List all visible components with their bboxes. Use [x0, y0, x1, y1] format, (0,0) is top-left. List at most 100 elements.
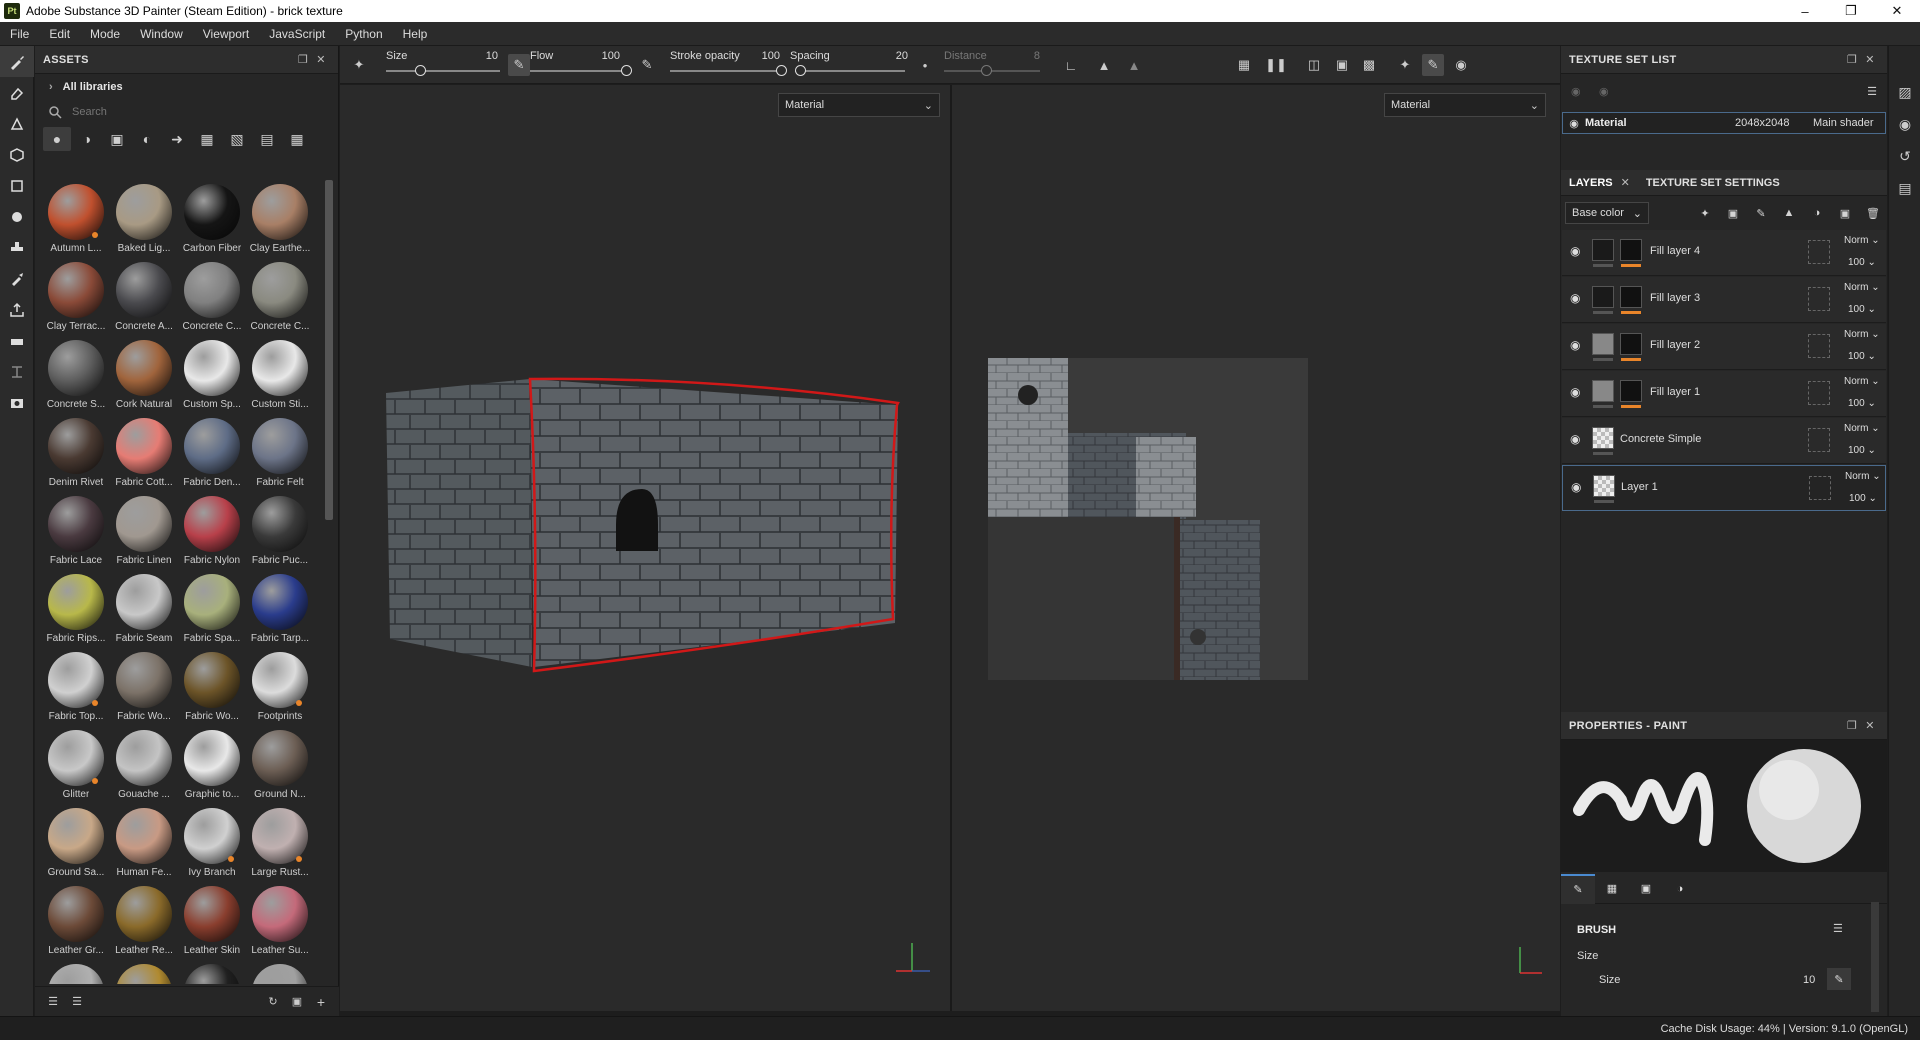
- filter-masks-icon[interactable]: ▣: [103, 127, 131, 151]
- geometry-fill-tool[interactable]: [0, 139, 34, 170]
- opacity-value[interactable]: 100 ⌄: [1848, 351, 1876, 362]
- layer-mask-slot[interactable]: [1808, 287, 1830, 311]
- asset-item[interactable]: Concrete S...: [42, 336, 110, 414]
- iray-icon[interactable]: ✦: [1394, 54, 1416, 76]
- asset-item[interactable]: Fabric Seam: [110, 570, 178, 648]
- menu-window[interactable]: Window: [130, 27, 193, 41]
- tab-texture-set-settings[interactable]: TEXTURE SET SETTINGS: [1638, 177, 1788, 189]
- asset-item[interactable]: Cork Natural: [110, 336, 178, 414]
- menu-javascript[interactable]: JavaScript: [259, 27, 335, 41]
- eye-icon[interactable]: ◉: [1563, 117, 1585, 130]
- minimize-button[interactable]: –: [1782, 0, 1828, 22]
- hide-uv-icon[interactable]: ▦: [1233, 54, 1255, 76]
- filter-list-icon[interactable]: ☰: [41, 995, 65, 1008]
- menu-python[interactable]: Python: [335, 27, 392, 41]
- blend-mode-select[interactable]: Norm ⌄: [1844, 376, 1880, 387]
- asset-item[interactable]: Footprints: [246, 648, 314, 726]
- pen-pressure-icon[interactable]: ✎: [1827, 968, 1851, 990]
- flow-slider-handle[interactable]: [621, 65, 632, 76]
- distance-slider-handle[interactable]: [981, 65, 992, 76]
- close-icon[interactable]: ✕: [1861, 719, 1879, 732]
- color-picker-tool[interactable]: [0, 263, 34, 294]
- projection-tool[interactable]: [0, 108, 34, 139]
- layer-thumbnail[interactable]: [1592, 239, 1614, 261]
- menu-edit[interactable]: Edit: [39, 27, 80, 41]
- properties-scrollbar[interactable]: [1871, 902, 1879, 1012]
- asset-item[interactable]: Fabric Felt: [246, 414, 314, 492]
- search-input[interactable]: [72, 106, 272, 118]
- assets-scrollbar[interactable]: [325, 180, 333, 520]
- asset-item[interactable]: [246, 960, 314, 984]
- size-value[interactable]: 10: [1803, 974, 1815, 986]
- flow-slider-track[interactable]: [530, 70, 626, 72]
- pause-icon[interactable]: ❚❚: [1265, 54, 1287, 76]
- asset-item[interactable]: [110, 960, 178, 984]
- stroke-opacity-slider-handle[interactable]: [776, 65, 787, 76]
- asset-item[interactable]: Leather Gr...: [42, 882, 110, 960]
- undock-icon[interactable]: ❐: [1843, 719, 1861, 732]
- spacing-slider-track[interactable]: [795, 70, 905, 72]
- log-icon[interactable]: ▤: [1889, 172, 1920, 204]
- asset-item[interactable]: [42, 960, 110, 984]
- close-icon[interactable]: ✕: [312, 53, 330, 66]
- asset-item[interactable]: Ground N...: [246, 726, 314, 804]
- asset-item[interactable]: Fabric Nylon: [178, 492, 246, 570]
- viewport-3d[interactable]: Material ⌄: [340, 85, 950, 1011]
- delete-layer-icon[interactable]: 🗑: [1859, 207, 1887, 220]
- add-effect-icon[interactable]: ✦: [1691, 207, 1719, 220]
- asset-item[interactable]: Fabric Den...: [178, 414, 246, 492]
- show-all-icon[interactable]: ◉: [1599, 85, 1627, 98]
- asset-item[interactable]: Leather Su...: [246, 882, 314, 960]
- lazy-mouse-icon[interactable]: •: [914, 54, 936, 76]
- asset-item[interactable]: Fabric Wo...: [110, 648, 178, 726]
- eraser-tool[interactable]: [0, 77, 34, 108]
- asset-item[interactable]: Fabric Cott...: [110, 414, 178, 492]
- layer-row[interactable]: ◉ Fill layer 2 Norm ⌄ 100 ⌄: [1562, 324, 1886, 370]
- undock-icon[interactable]: ❐: [1843, 53, 1861, 66]
- texture-set-row[interactable]: ◉ Material 2048x2048 Main shader: [1562, 112, 1886, 134]
- filter-brushes-icon[interactable]: ➜: [163, 127, 191, 151]
- opacity-value[interactable]: 100 ⌄: [1848, 304, 1876, 315]
- measure-tool[interactable]: [0, 356, 34, 387]
- asset-item[interactable]: Large Rust...: [246, 804, 314, 882]
- size-slider-track[interactable]: [386, 70, 500, 72]
- history-icon[interactable]: ↺: [1889, 140, 1920, 172]
- material-tab-icon[interactable]: ▦: [1595, 874, 1629, 904]
- filter-generators-icon[interactable]: ◐: [133, 127, 161, 151]
- asset-item[interactable]: Autumn L...: [42, 180, 110, 258]
- blend-mode-select[interactable]: Norm ⌄: [1845, 471, 1881, 482]
- eye-icon[interactable]: ◉: [1571, 480, 1581, 494]
- spacing-slider-handle[interactable]: [795, 65, 806, 76]
- filter-textures-icon[interactable]: ▦: [193, 127, 221, 151]
- asset-item[interactable]: Denim Rivet: [42, 414, 110, 492]
- paint-mode-icon[interactable]: ✎: [1422, 54, 1444, 76]
- size-pen-pressure-icon[interactable]: ✎: [508, 54, 530, 76]
- asset-item[interactable]: Baked Lig...: [110, 180, 178, 258]
- mirror-icon[interactable]: ▲: [1093, 54, 1115, 76]
- layer-mask-thumbnail[interactable]: [1620, 380, 1642, 402]
- eye-icon[interactable]: ◉: [1570, 291, 1580, 305]
- layer-row[interactable]: ◉ Layer 1 Norm ⌄ 100 ⌄: [1562, 465, 1886, 511]
- filter-smart-materials-icon[interactable]: ◑: [73, 127, 101, 151]
- layer-row[interactable]: ◉ Concrete Simple Norm ⌄ 100 ⌄: [1562, 418, 1886, 464]
- layer-mask-thumbnail[interactable]: [1620, 286, 1642, 308]
- layer-thumbnail[interactable]: [1592, 333, 1614, 355]
- bake-tool[interactable]: [0, 325, 34, 356]
- asset-item[interactable]: Glitter: [42, 726, 110, 804]
- list-view-icon[interactable]: ☰: [65, 995, 89, 1008]
- opacity-value[interactable]: 100 ⌄: [1848, 445, 1876, 456]
- menu-mode[interactable]: Mode: [80, 27, 130, 41]
- undock-icon[interactable]: ❐: [294, 53, 312, 66]
- eye-icon[interactable]: ◉: [1570, 385, 1580, 399]
- asset-item[interactable]: Fabric Rips...: [42, 570, 110, 648]
- layer-thumbnail[interactable]: [1592, 380, 1614, 402]
- layer-thumbnail[interactable]: [1592, 427, 1614, 449]
- layer-mask-slot[interactable]: [1808, 428, 1830, 452]
- blend-mode-select[interactable]: Norm ⌄: [1844, 329, 1880, 340]
- opacity-value[interactable]: 100 ⌄: [1848, 398, 1876, 409]
- menu-viewport[interactable]: Viewport: [193, 27, 259, 41]
- add-paint-layer-icon[interactable]: ✎: [1747, 207, 1775, 220]
- brick-box-model[interactable]: [340, 85, 950, 1011]
- asset-item[interactable]: Custom Sp...: [178, 336, 246, 414]
- angle-icon[interactable]: ∟: [1060, 54, 1082, 76]
